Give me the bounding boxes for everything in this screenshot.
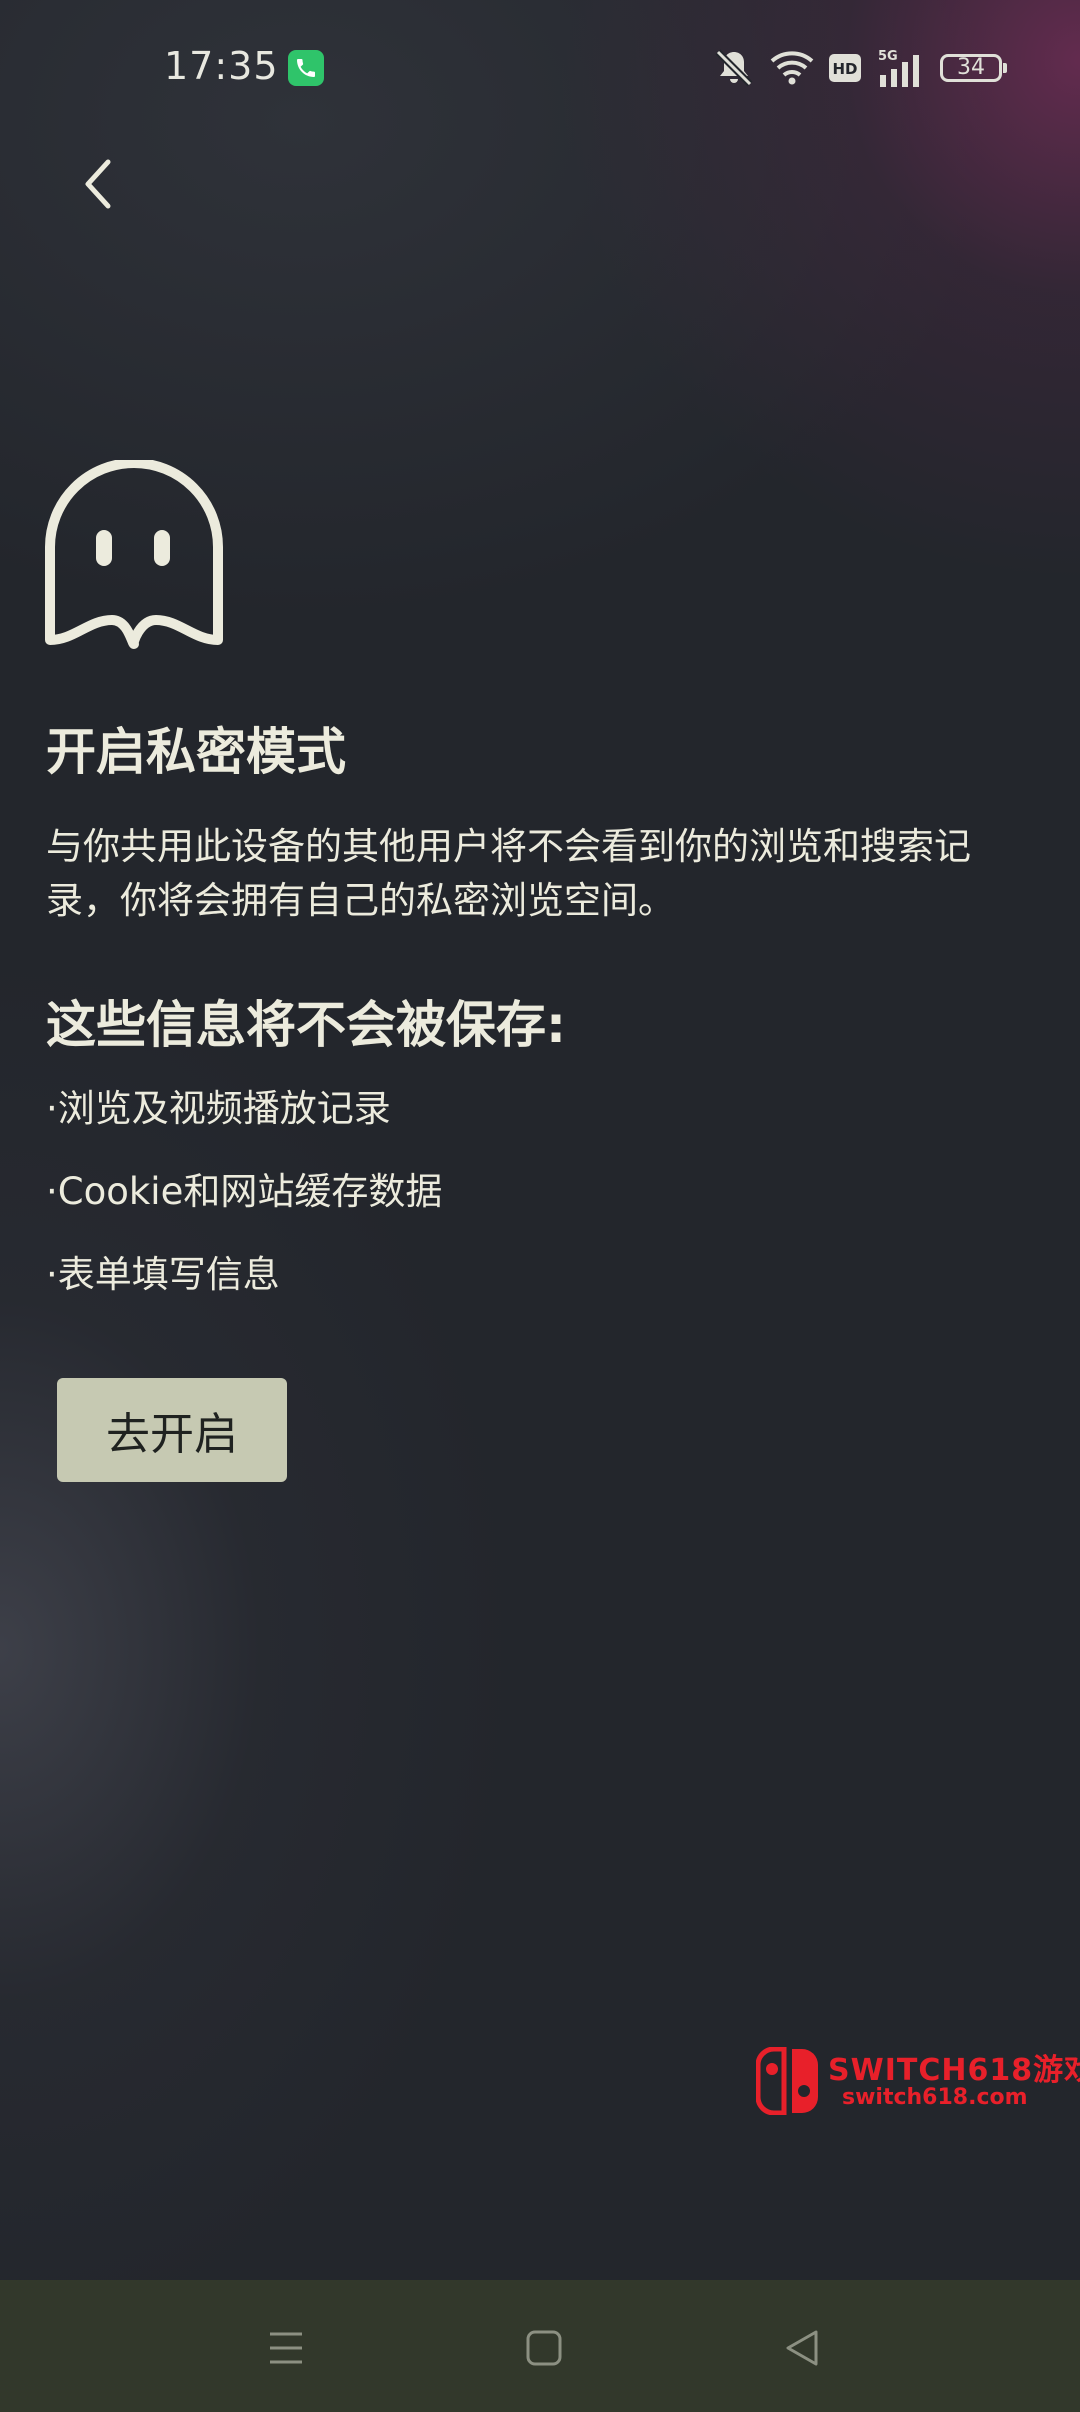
status-time: 17:35	[164, 44, 279, 88]
hd-label: HD	[832, 60, 857, 78]
back-button[interactable]	[60, 140, 140, 230]
status-bar: 17:35 HD 5G 34	[0, 0, 1080, 140]
switch-logo-icon	[756, 2047, 818, 2115]
nav-back-button[interactable]	[762, 2308, 842, 2388]
list-item: ·Cookie和网站缓存数据	[46, 1170, 443, 1213]
bell-off-icon	[715, 49, 753, 87]
battery-level: 34	[957, 55, 985, 80]
wifi-icon	[770, 51, 814, 85]
list-item: ·表单填写信息	[46, 1253, 280, 1296]
battery-icon: 34	[940, 54, 1007, 82]
not-saved-heading: 这些信息将不会被保存:	[46, 996, 566, 1054]
nav-home-button[interactable]	[504, 2308, 584, 2388]
watermark-title: SWITCH618游戏	[828, 2053, 1080, 2088]
description-text: 与你共用此设备的其他用户将不会看到你的浏览和搜索记录，你将会拥有自己的私密浏览空…	[46, 825, 971, 922]
signal-icon: 5G	[878, 49, 919, 87]
navigation-bar	[0, 2280, 1080, 2412]
not-saved-list: ·浏览及视频播放记录 ·Cookie和网站缓存数据 ·表单填写信息	[46, 1085, 442, 1334]
hd-icon: HD	[829, 54, 861, 82]
home-square-icon	[526, 2330, 562, 2366]
network-label: 5G	[878, 49, 898, 64]
nav-menu-button[interactable]	[246, 2308, 326, 2388]
menu-icon	[270, 2332, 302, 2364]
list-item: ·浏览及视频播放记录	[46, 1087, 391, 1130]
watermark: SWITCH618游戏 switch618.com	[756, 2045, 1080, 2117]
status-icons: HD 5G 34	[712, 44, 1007, 92]
ghost-icon	[45, 460, 223, 649]
chevron-left-icon	[85, 159, 111, 209]
phone-icon	[288, 50, 324, 86]
back-triangle-icon	[786, 2330, 818, 2366]
page-title: 开启私密模式	[46, 723, 346, 781]
watermark-url: switch618.com	[842, 2085, 1028, 2110]
enable-private-mode-button[interactable]: 去开启	[57, 1378, 287, 1482]
